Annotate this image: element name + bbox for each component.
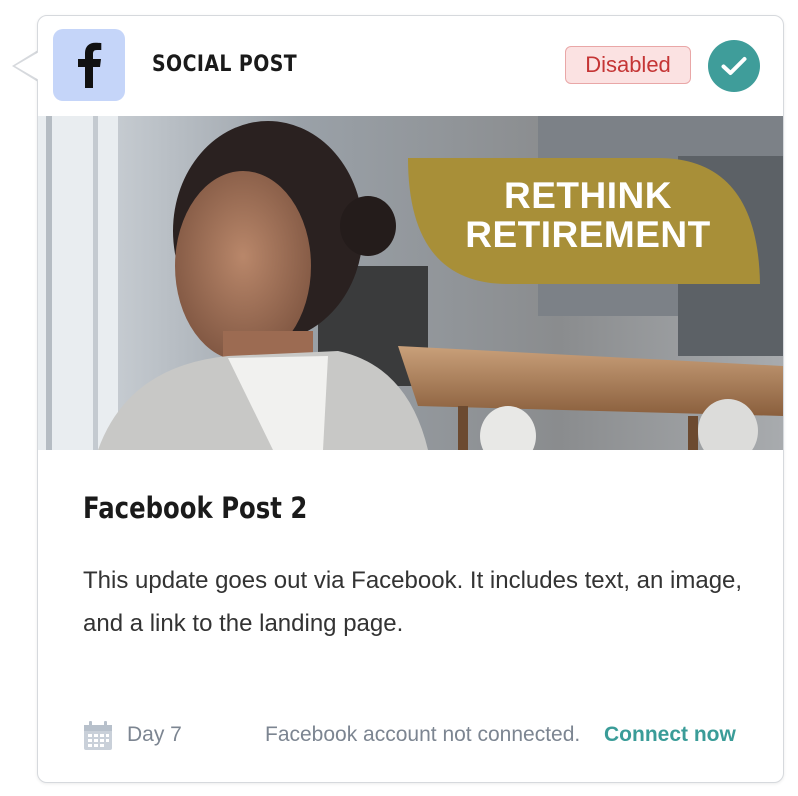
promo-headline: RETHINK RETIREMENT (408, 176, 768, 254)
promo-line-2: RETIREMENT (465, 214, 711, 255)
checkmark-icon (721, 57, 747, 75)
post-description: This update goes out via Facebook. It in… (83, 567, 743, 637)
card-footer: Day 7 Facebook account not connected. Co… (38, 713, 783, 753)
post-type-label: SOCIAL POST (152, 52, 298, 77)
social-post-card[interactable]: SOCIAL POST Disabled RETHINK RETIREMENT … (37, 15, 784, 783)
facebook-f-icon (53, 29, 125, 101)
post-image: RETHINK RETIREMENT (38, 116, 783, 450)
schedule-day: Day 7 (127, 723, 182, 746)
post-title: Facebook Post 2 (83, 491, 308, 525)
approve-button[interactable] (708, 40, 760, 92)
connect-now-link[interactable]: Connect now (604, 723, 736, 747)
card-pointer-fill (15, 52, 39, 80)
calendar-icon (84, 721, 112, 750)
card-header: SOCIAL POST Disabled (38, 16, 783, 116)
connection-status-note: Facebook account not connected. (265, 723, 581, 746)
promo-line-1: RETHINK (504, 175, 672, 216)
status-badge: Disabled (565, 46, 691, 84)
